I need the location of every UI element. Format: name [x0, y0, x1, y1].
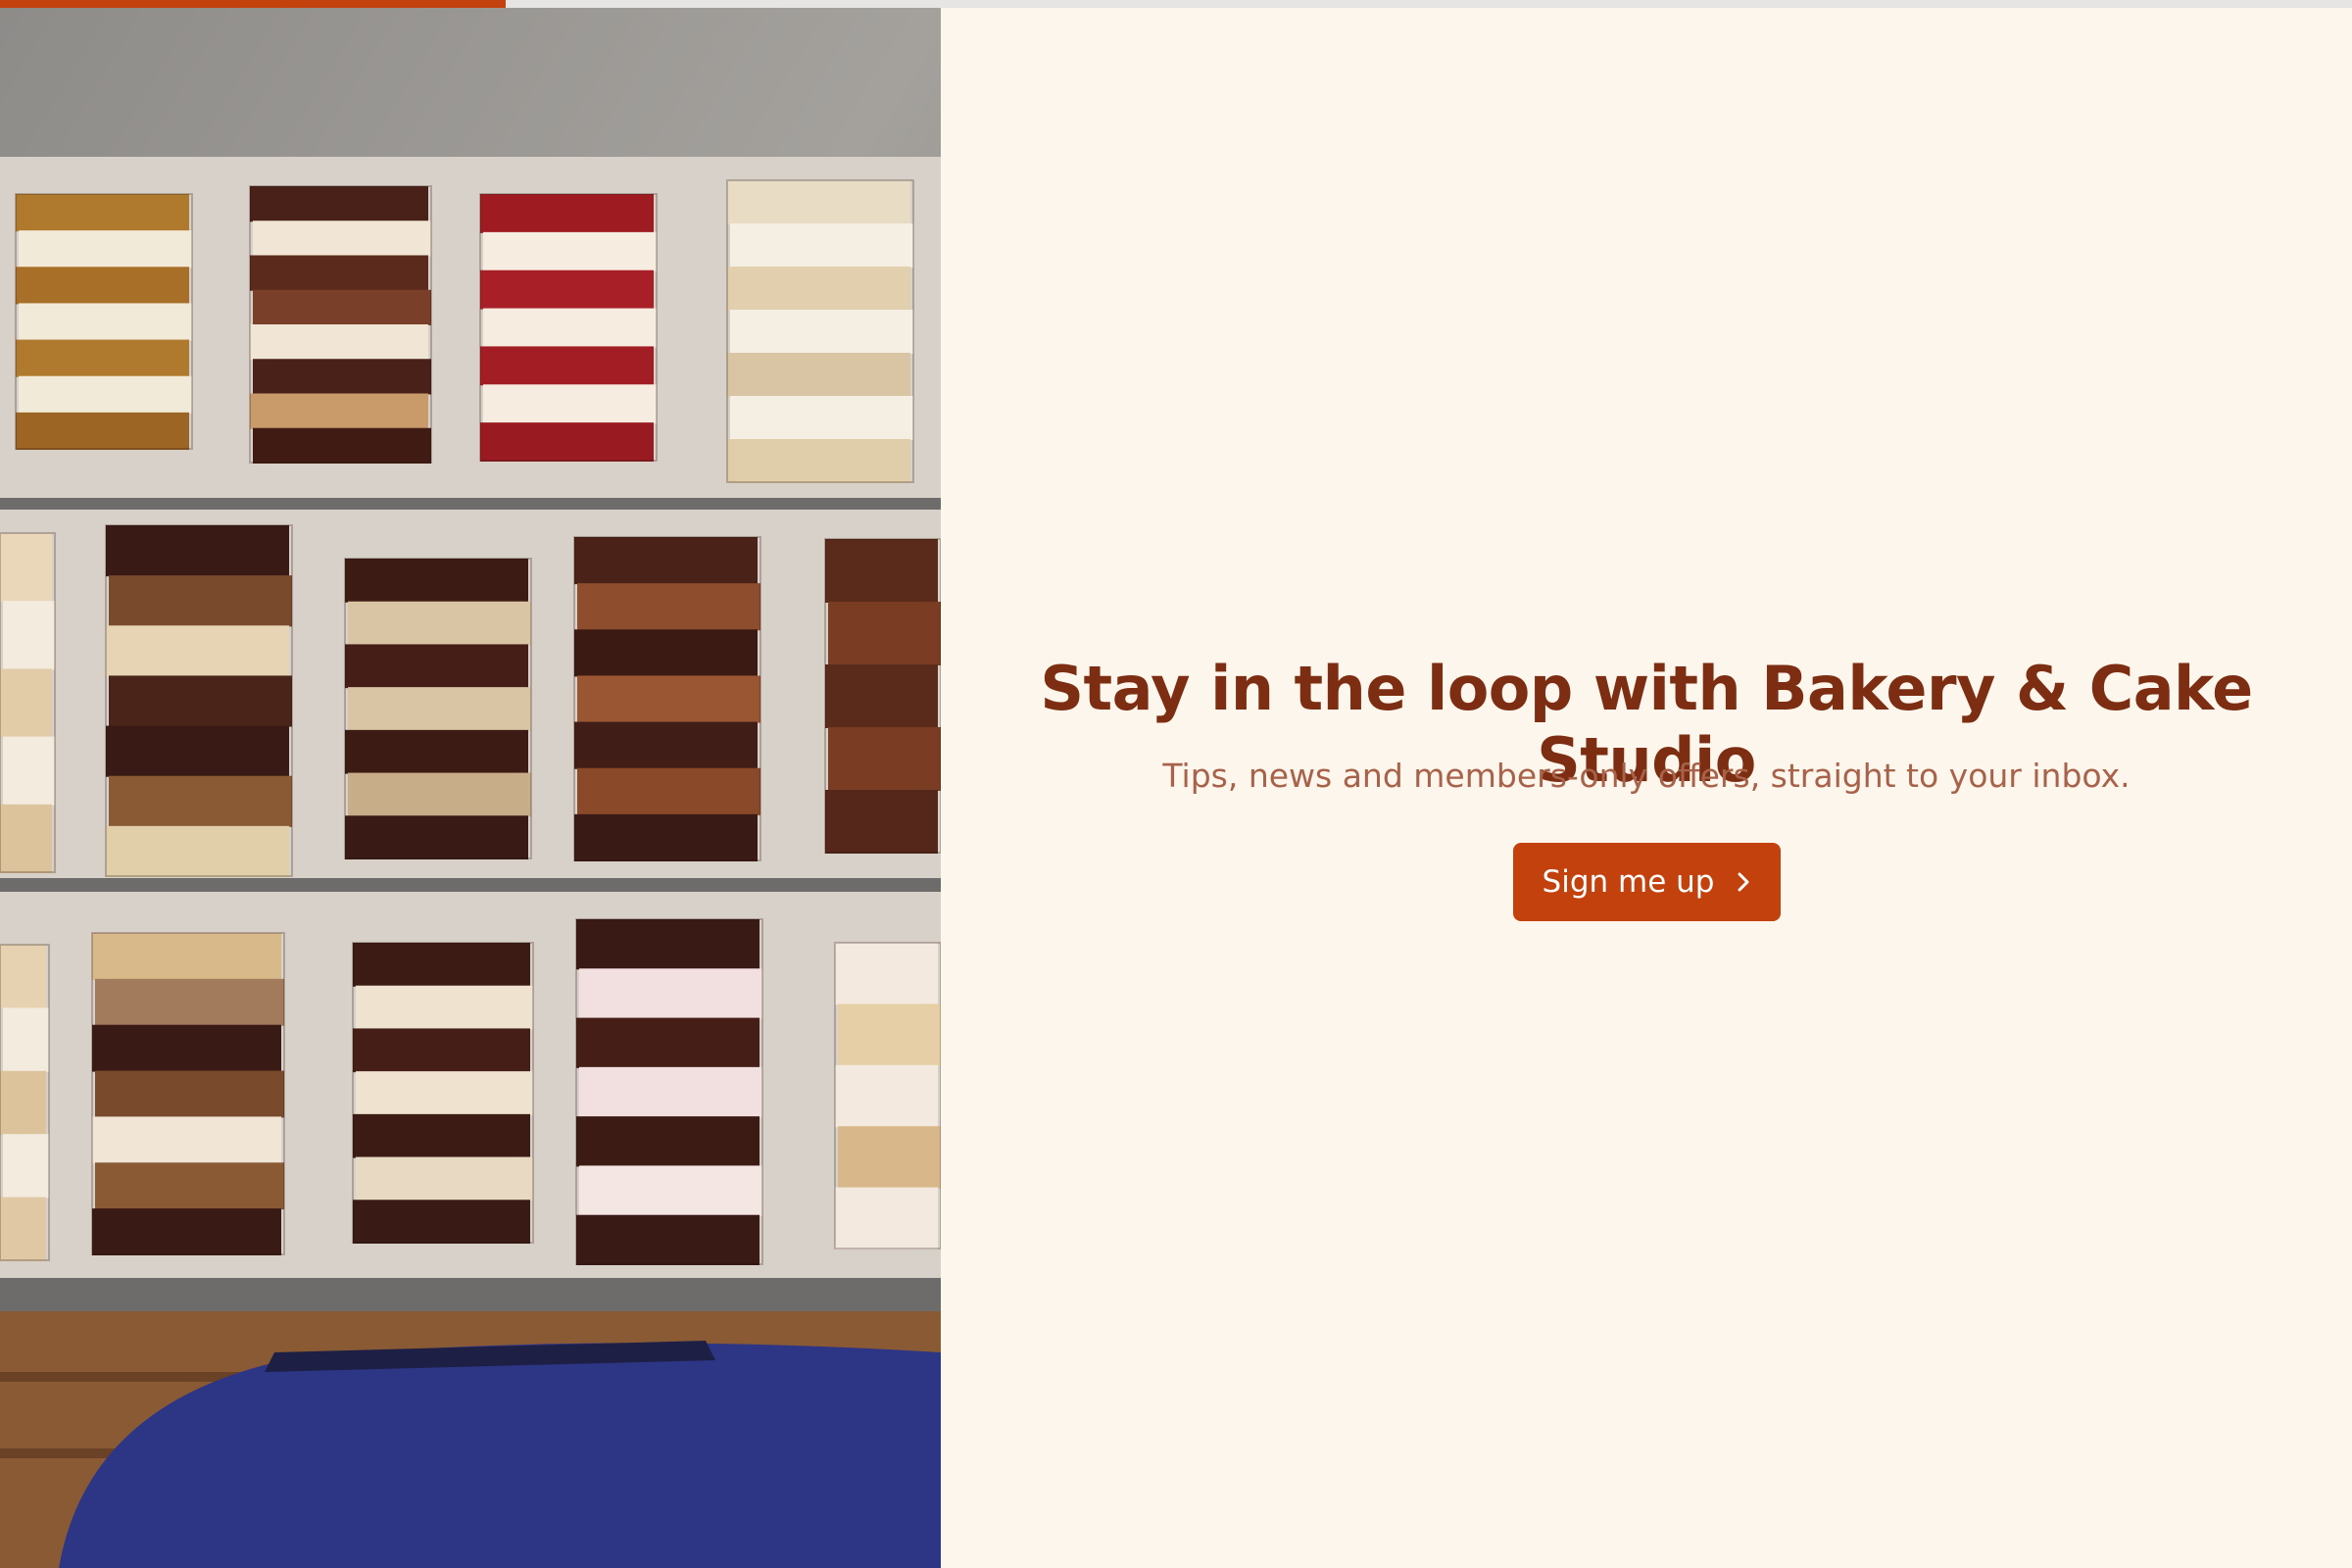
- cake-slice: [344, 558, 532, 859]
- chevron-right-icon: [1738, 872, 1749, 892]
- cake-slice: [15, 193, 193, 450]
- cake-slice: [0, 944, 50, 1261]
- cake-slice: [726, 179, 914, 483]
- reading-progress-bar: [0, 0, 2352, 8]
- cake-slice: [573, 536, 761, 861]
- cake-slices-photo: [0, 8, 941, 1568]
- hero-image: [0, 8, 941, 1568]
- cake-slice: [0, 532, 56, 873]
- newsletter-signup-panel: Stay in the loop with Bakery & Cake Stud…: [941, 8, 2352, 1568]
- cake-slice: [575, 918, 763, 1265]
- cake-slice: [249, 185, 432, 464]
- cake-slice: [824, 538, 941, 854]
- sign-up-button-label: Sign me up: [1542, 864, 1715, 900]
- cake-slice: [105, 524, 293, 877]
- cake-slice: [91, 932, 285, 1255]
- cake-slice: [834, 942, 941, 1250]
- newsletter-subtext: Tips, news and members-only offers, stra…: [1162, 757, 2131, 795]
- sign-up-button[interactable]: Sign me up: [1513, 843, 1781, 921]
- reading-progress-fill: [0, 0, 506, 8]
- cake-slice: [479, 193, 658, 462]
- cake-slice: [352, 942, 534, 1244]
